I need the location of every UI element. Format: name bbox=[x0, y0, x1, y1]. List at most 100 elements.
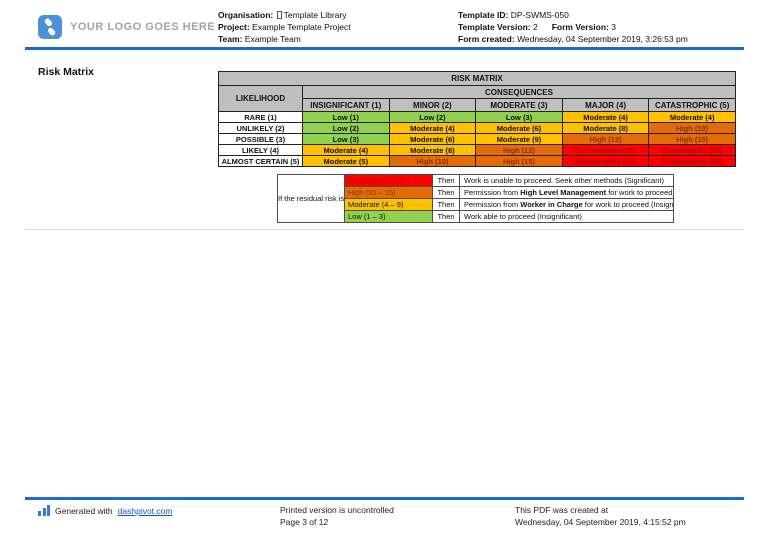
risk-cell-moderate: Moderate (4) bbox=[303, 145, 390, 156]
risk-cell-moderate: Moderate (4) bbox=[649, 112, 736, 123]
template-version-label: Template Version: bbox=[458, 22, 531, 32]
page-number-text: Page 3 of 12 bbox=[280, 516, 394, 528]
risk-cell-moderate: Moderate (4) bbox=[562, 112, 649, 123]
matrix-row: LIKELY (4)Moderate (4)Moderate (8)High (… bbox=[219, 145, 736, 156]
likelihood-label: UNLIKELY (2) bbox=[219, 123, 303, 134]
legend-level-high: High (10 – 15) bbox=[345, 187, 433, 199]
company-logo-icon bbox=[38, 15, 62, 39]
risk-cell-catastrophic: Catastrophic (16) bbox=[562, 145, 649, 156]
risk-matrix-table: RISK MATRIX LIKELIHOOD CONSEQUENCES INSI… bbox=[218, 71, 736, 167]
likelihood-label: POSSIBLE (3) bbox=[219, 134, 303, 145]
team-line: Team: Example Team bbox=[218, 33, 448, 45]
section-divider bbox=[25, 229, 744, 230]
risk-cell-low: Low (3) bbox=[303, 134, 390, 145]
risk-cell-moderate: Moderate (5) bbox=[303, 156, 390, 167]
footer-generated-block: Generated with dashpivot.com bbox=[38, 505, 172, 516]
legend-intro: If the residual risk is bbox=[278, 175, 345, 223]
legend-description: Work is unable to proceed. Seek other me… bbox=[460, 175, 674, 187]
legend-then: Then bbox=[433, 199, 460, 211]
matrix-row: RARE (1)Low (1)Low (2)Low (3)Moderate (4… bbox=[219, 112, 736, 123]
matrix-group-row: LIKELIHOOD CONSEQUENCES bbox=[219, 86, 736, 99]
generated-with-text: Generated with bbox=[55, 506, 113, 516]
matrix-row: POSSIBLE (3)Low (3)Moderate (6)Moderate … bbox=[219, 134, 736, 145]
version-line: Template Version: 2 Form Version: 3 bbox=[458, 21, 748, 33]
legend-description: Permission from High Level Management fo… bbox=[460, 187, 674, 199]
template-id-label: Template ID: bbox=[458, 10, 508, 20]
project-label: Project: bbox=[218, 22, 250, 32]
risk-cell-high: High (10) bbox=[649, 123, 736, 134]
legend-then: Then bbox=[433, 211, 460, 223]
logo-placeholder-text: YOUR LOGO GOES HERE bbox=[70, 21, 215, 33]
risk-cell-catastrophic: Catastrophic (20) bbox=[649, 145, 736, 156]
likelihood-header: LIKELIHOOD bbox=[219, 86, 303, 112]
consequences-header: CONSEQUENCES bbox=[303, 86, 736, 99]
form-version-label: Form Version: bbox=[552, 22, 609, 32]
risk-cell-high: High (10) bbox=[389, 156, 476, 167]
risk-cell-moderate: Moderate (8) bbox=[389, 145, 476, 156]
dashpivot-link[interactable]: dashpivot.com bbox=[118, 506, 173, 516]
form-version-value: 3 bbox=[611, 22, 616, 32]
matrix-row: ALMOST CERTAIN (5)Moderate (5)High (10)H… bbox=[219, 156, 736, 167]
team-label: Team: bbox=[218, 34, 242, 44]
consequence-col-header: CATASTROPHIC (5) bbox=[649, 99, 736, 112]
matrix-row: UNLIKELY (2)Low (2)Moderate (4)Moderate … bbox=[219, 123, 736, 134]
risk-matrix-body: RISK MATRIX LIKELIHOOD CONSEQUENCES INSI… bbox=[219, 72, 736, 167]
likelihood-label: LIKELY (4) bbox=[219, 145, 303, 156]
risk-cell-catastrophic: Catastrophic (20) bbox=[562, 156, 649, 167]
header-template-block: Template ID: DP-SWMS-050 Template Versio… bbox=[458, 9, 748, 45]
consequence-col-header: MAJOR (4) bbox=[562, 99, 649, 112]
organisation-line: Organisation: Template Library bbox=[218, 9, 448, 21]
risk-cell-low: Low (3) bbox=[476, 112, 563, 123]
document-page: YOUR LOGO GOES HERE Organisation: Templa… bbox=[0, 0, 768, 543]
bar-chart-icon bbox=[38, 505, 50, 516]
legend-description: Work able to proceed (Insignificant) bbox=[460, 211, 674, 223]
risk-cell-low: Low (1) bbox=[303, 112, 390, 123]
logo-block: YOUR LOGO GOES HERE bbox=[38, 15, 215, 39]
uncontrolled-text: Printed version is uncontrolled bbox=[280, 504, 394, 516]
matrix-title: RISK MATRIX bbox=[219, 72, 736, 86]
header-org-block: Organisation: Template Library Project: … bbox=[218, 9, 448, 45]
legend-then: Then bbox=[433, 187, 460, 199]
consequence-col-header: MODERATE (3) bbox=[476, 99, 563, 112]
likelihood-label: RARE (1) bbox=[219, 112, 303, 123]
legend-level-catastrophic: Catastrophic (16+) bbox=[345, 175, 433, 187]
risk-cell-moderate: Moderate (6) bbox=[389, 134, 476, 145]
risk-cell-low: Low (2) bbox=[389, 112, 476, 123]
matrix-title-row: RISK MATRIX bbox=[219, 72, 736, 86]
pdf-created-value: Wednesday, 04 September 2019, 4:15:52 pm bbox=[515, 516, 686, 528]
risk-cell-moderate: Moderate (8) bbox=[562, 123, 649, 134]
consequence-col-header: INSIGNIFICANT (1) bbox=[303, 99, 390, 112]
form-created-label: Form created: bbox=[458, 34, 515, 44]
form-created-line: Form created: Wednesday, 04 September 20… bbox=[458, 33, 748, 45]
risk-cell-high: High (12) bbox=[476, 145, 563, 156]
section-title: Risk Matrix bbox=[38, 66, 94, 78]
project-value: Example Template Project bbox=[252, 22, 351, 32]
form-created-value: Wednesday, 04 September 2019, 3:26:53 pm bbox=[517, 34, 688, 44]
legend-then: Then bbox=[433, 175, 460, 187]
risk-cell-high: High (12) bbox=[562, 134, 649, 145]
residual-risk-legend-table: If the residual risk isCatastrophic (16+… bbox=[277, 174, 674, 223]
footer-divider bbox=[25, 497, 744, 500]
footer-created-block: This PDF was created at Wednesday, 04 Se… bbox=[515, 504, 686, 528]
legend-row: If the residual risk isCatastrophic (16+… bbox=[278, 175, 674, 187]
risk-cell-moderate: Moderate (9) bbox=[476, 134, 563, 145]
risk-cell-moderate: Moderate (6) bbox=[476, 123, 563, 134]
organisation-label: Organisation: bbox=[218, 10, 273, 20]
template-id-line: Template ID: DP-SWMS-050 bbox=[458, 9, 748, 21]
template-id-value: DP-SWMS-050 bbox=[511, 10, 569, 20]
header-divider bbox=[25, 47, 744, 50]
missing-glyph-box bbox=[277, 11, 282, 19]
organisation-value: Template Library bbox=[284, 10, 347, 20]
footer-center-block: Printed version is uncontrolled Page 3 o… bbox=[280, 504, 394, 528]
risk-cell-high: High (15) bbox=[476, 156, 563, 167]
team-value: Example Team bbox=[245, 34, 301, 44]
consequence-col-header: MINOR (2) bbox=[389, 99, 476, 112]
template-version-value: 2 bbox=[533, 22, 538, 32]
legend-level-moderate: Moderate (4 – 9) bbox=[345, 199, 433, 211]
risk-cell-moderate: Moderate (4) bbox=[389, 123, 476, 134]
legend-level-low: Low (1 – 3) bbox=[345, 211, 433, 223]
legend-description: Permission from Worker in Charge for wor… bbox=[460, 199, 674, 211]
risk-cell-high: High (15) bbox=[649, 134, 736, 145]
project-line: Project: Example Template Project bbox=[218, 21, 448, 33]
likelihood-label: ALMOST CERTAIN (5) bbox=[219, 156, 303, 167]
